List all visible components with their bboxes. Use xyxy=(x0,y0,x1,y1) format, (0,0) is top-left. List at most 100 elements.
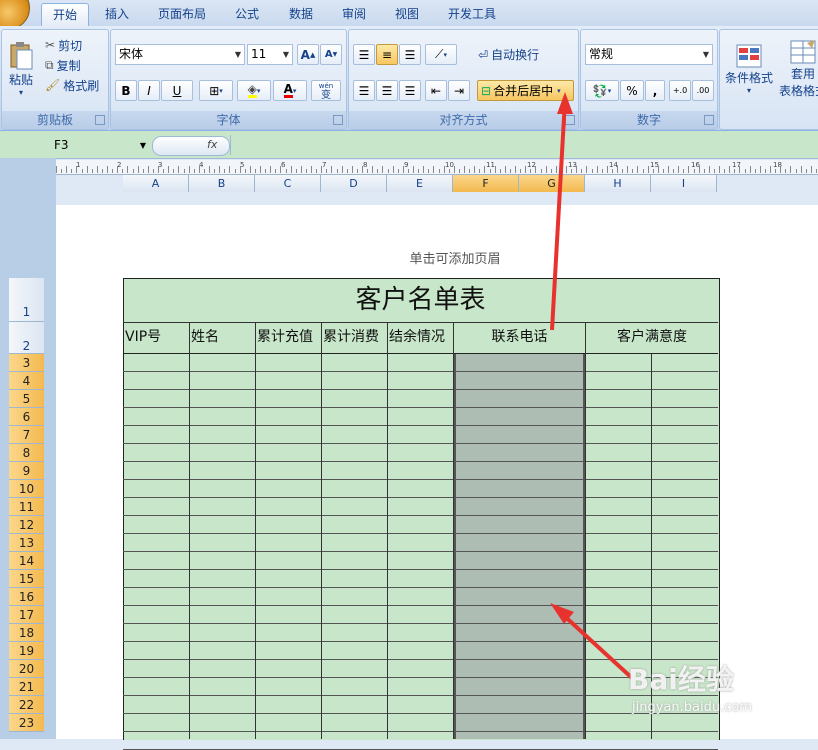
ruler-number: 5 xyxy=(240,161,245,169)
dialog-launcher-icon[interactable] xyxy=(704,115,714,125)
align-right-button[interactable]: ☰ xyxy=(399,80,421,101)
name-box[interactable]: F3 ▼ xyxy=(50,137,148,154)
row-header-4[interactable]: 4 xyxy=(9,372,44,390)
row-header-18[interactable]: 18 xyxy=(9,624,44,642)
page-header-placeholder[interactable]: 单击可添加页眉 xyxy=(370,248,540,267)
borders-button[interactable]: ⊞ ▾ xyxy=(199,80,233,101)
fill-color-button[interactable]: ◈ ▾ xyxy=(237,80,271,101)
row-header-21[interactable]: 21 xyxy=(9,678,44,696)
tab-page-layout[interactable]: 页面布局 xyxy=(150,3,214,25)
row-header-17[interactable]: 17 xyxy=(9,606,44,624)
accounting-format-button[interactable]: 💱 ▾ xyxy=(585,80,619,101)
header-cell-2[interactable]: 姓名 xyxy=(191,322,254,353)
table-title-cell[interactable]: 客户名单表 xyxy=(123,278,718,322)
row-header-2[interactable]: 2 xyxy=(9,322,44,354)
header-cell-1[interactable]: VIP号 xyxy=(125,322,188,353)
shrink-font-button[interactable]: A ▼ xyxy=(320,44,342,65)
header-cell-7[interactable]: 客户满意度 xyxy=(587,322,717,353)
tab-view[interactable]: 视图 xyxy=(386,3,428,25)
column-header-a[interactable]: A xyxy=(123,175,189,192)
row-header-20[interactable]: 20 xyxy=(9,660,44,678)
selected-column-range[interactable] xyxy=(454,354,585,739)
format-painter-button[interactable]: 🖌 格式刷 xyxy=(44,76,106,94)
underline-button[interactable]: U xyxy=(161,80,193,101)
insert-function-button[interactable]: fx xyxy=(152,136,230,156)
row-header-16[interactable]: 16 xyxy=(9,588,44,606)
font-size-select[interactable]: 11 ▼ xyxy=(247,44,293,65)
column-header-e[interactable]: E xyxy=(387,175,453,192)
grid-vline xyxy=(585,322,586,739)
merge-center-button[interactable]: ⊟ 合并后居中 ▾ xyxy=(477,80,574,101)
formula-input[interactable] xyxy=(230,135,818,155)
align-top-button[interactable]: ☰ xyxy=(353,44,375,65)
row-header-9[interactable]: 9 xyxy=(9,462,44,480)
column-header-f[interactable]: F xyxy=(453,175,519,192)
dialog-launcher-icon[interactable] xyxy=(333,115,343,125)
decrease-indent-button[interactable]: ⇤ xyxy=(425,80,447,101)
cut-button[interactable]: ✂ 剪切 xyxy=(44,36,104,54)
dialog-launcher-icon[interactable] xyxy=(565,115,575,125)
column-header-h[interactable]: H xyxy=(585,175,651,192)
percent-button[interactable]: % xyxy=(620,80,644,101)
row-header-19[interactable]: 19 xyxy=(9,642,44,660)
dialog-launcher-icon[interactable] xyxy=(95,115,105,125)
row-header-23[interactable]: 23 xyxy=(9,714,44,732)
row-header-10[interactable]: 10 xyxy=(9,480,44,498)
align-center-button[interactable]: ☰ xyxy=(376,80,398,101)
row-header-6[interactable]: 6 xyxy=(9,408,44,426)
paste-button[interactable]: 粘贴 ▾ xyxy=(4,34,38,104)
column-header-b[interactable]: B xyxy=(189,175,255,192)
row-header-14[interactable]: 14 xyxy=(9,552,44,570)
row-header-3[interactable]: 3 xyxy=(9,354,44,372)
header-cell-6[interactable]: 联系电话 xyxy=(455,322,584,353)
row-header-8[interactable]: 8 xyxy=(9,444,44,462)
tab-home[interactable]: 开始 xyxy=(41,3,89,26)
font-name-select[interactable]: 宋体 ▼ xyxy=(115,44,245,65)
header-cell-5[interactable]: 结余情况 xyxy=(389,322,452,353)
conditional-format-button[interactable]: 条件格式 ▾ xyxy=(723,34,775,104)
align-left-button[interactable]: ☰ xyxy=(353,80,375,101)
align-middle-button[interactable]: ≡ xyxy=(376,44,398,65)
number-format-select[interactable]: 常规 ▼ xyxy=(585,44,713,65)
column-header-g[interactable]: G xyxy=(519,175,585,192)
phonetic-button[interactable]: wén 变 xyxy=(311,80,341,101)
tab-review[interactable]: 审阅 xyxy=(333,3,375,25)
ruler-tick xyxy=(749,166,751,173)
wrap-text-button[interactable]: ⏎ 自动换行 xyxy=(477,44,575,65)
chevron-down-icon: ▼ xyxy=(234,50,242,59)
column-header-d[interactable]: D xyxy=(321,175,387,192)
comma-button[interactable]: , xyxy=(645,80,665,101)
align-bottom-button[interactable]: ☰ xyxy=(399,44,421,65)
tab-developer[interactable]: 开发工具 xyxy=(440,3,504,25)
tab-insert[interactable]: 插入 xyxy=(96,3,138,25)
row-header-11[interactable]: 11 xyxy=(9,498,44,516)
row-header-13[interactable]: 13 xyxy=(9,534,44,552)
increase-indent-button[interactable]: ⇥ xyxy=(448,80,470,101)
font-color-button[interactable]: A ▾ xyxy=(273,80,307,101)
column-header-c[interactable]: C xyxy=(255,175,321,192)
header-cell-3[interactable]: 累计充值 xyxy=(257,322,320,353)
decrease-decimal-button[interactable]: .00 xyxy=(692,80,714,101)
row-header-5[interactable]: 5 xyxy=(9,390,44,408)
ruler-tick xyxy=(173,169,175,173)
chevron-down-icon: ▼ xyxy=(282,50,290,59)
copy-button[interactable]: ⧉ 复制 xyxy=(44,56,104,74)
italic-button[interactable]: I xyxy=(138,80,160,101)
tab-formulas[interactable]: 公式 xyxy=(226,3,268,25)
ruler-tick xyxy=(178,166,180,173)
format-as-table-button[interactable]: 套用 表格格式 xyxy=(777,34,818,104)
ruler-tick xyxy=(729,166,731,173)
row-header-12[interactable]: 12 xyxy=(9,516,44,534)
column-header-i[interactable]: I xyxy=(651,175,717,192)
tab-data[interactable]: 数据 xyxy=(280,3,322,25)
row-header-22[interactable]: 22 xyxy=(9,696,44,714)
row-header-7[interactable]: 7 xyxy=(9,426,44,444)
header-cell-4[interactable]: 累计消费 xyxy=(323,322,386,353)
row-header-15[interactable]: 15 xyxy=(9,570,44,588)
ruler-tick xyxy=(550,169,552,173)
row-header-1[interactable]: 1 xyxy=(9,278,44,322)
grow-font-button[interactable]: A ▲ xyxy=(297,44,319,65)
increase-decimal-button[interactable]: +.0 xyxy=(669,80,691,101)
orientation-button[interactable]: ⟋ ▾ xyxy=(425,44,457,65)
bold-button[interactable]: B xyxy=(115,80,137,101)
